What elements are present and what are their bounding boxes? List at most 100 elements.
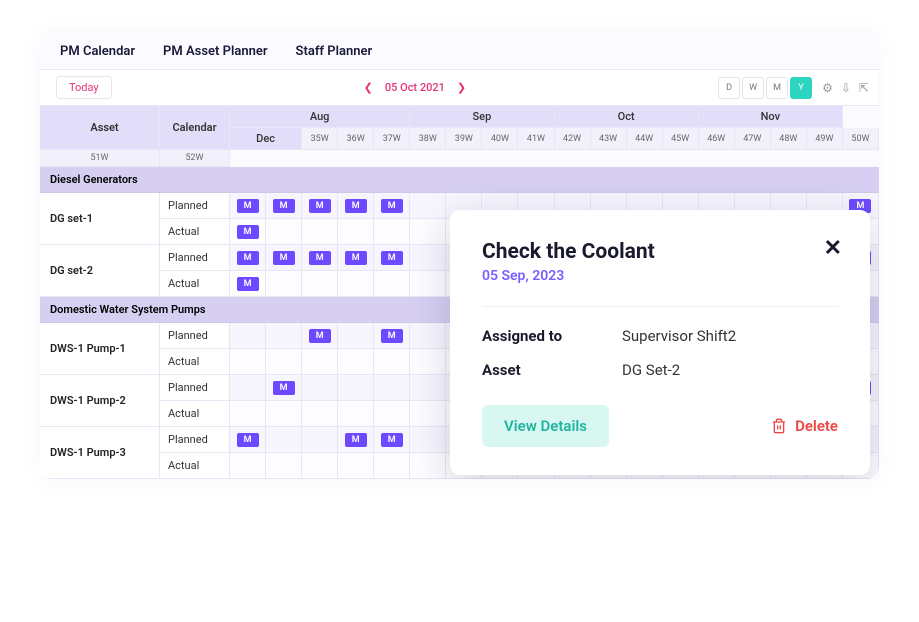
today-button[interactable]: Today	[56, 76, 112, 99]
slot[interactable]	[230, 375, 266, 401]
slot[interactable]: M	[266, 245, 302, 271]
slot[interactable]: M	[266, 193, 302, 219]
slot[interactable]	[266, 323, 302, 349]
slot[interactable]	[266, 401, 302, 427]
slot[interactable]	[266, 427, 302, 453]
slot[interactable]	[338, 271, 374, 297]
prev-arrow-icon[interactable]: ❮	[364, 81, 373, 94]
slot[interactable]	[410, 453, 446, 479]
slot[interactable]: M	[302, 245, 338, 271]
slot[interactable]	[410, 245, 446, 271]
slot[interactable]: M	[230, 219, 266, 245]
slot[interactable]	[410, 401, 446, 427]
view-btn-w[interactable]: W	[742, 77, 764, 99]
slot[interactable]	[230, 453, 266, 479]
current-date[interactable]: 05 Oct 2021	[385, 81, 445, 94]
slot[interactable]	[410, 323, 446, 349]
slot[interactable]: M	[338, 245, 374, 271]
task-chip[interactable]: M	[345, 251, 367, 265]
slot[interactable]	[302, 427, 338, 453]
slot[interactable]: M	[266, 375, 302, 401]
task-chip[interactable]: M	[237, 433, 259, 447]
slot[interactable]	[302, 453, 338, 479]
view-btn-m[interactable]: M	[766, 77, 788, 99]
slot[interactable]: M	[374, 245, 410, 271]
slot[interactable]	[374, 219, 410, 245]
slot[interactable]: M	[230, 427, 266, 453]
slot[interactable]	[230, 323, 266, 349]
slot[interactable]	[374, 375, 410, 401]
slot[interactable]	[266, 271, 302, 297]
task-chip[interactable]: M	[381, 199, 403, 213]
slot[interactable]	[230, 401, 266, 427]
download-icon[interactable]: ⇩	[841, 81, 851, 95]
slot[interactable]	[338, 349, 374, 375]
task-chip[interactable]: M	[381, 251, 403, 265]
task-chip[interactable]: M	[345, 433, 367, 447]
slot[interactable]	[374, 401, 410, 427]
task-chip[interactable]: M	[273, 199, 295, 213]
task-chip[interactable]: M	[273, 381, 295, 395]
gear-icon[interactable]: ⚙	[822, 81, 833, 95]
app-container: PM Calendar PM Asset Planner Staff Plann…	[40, 30, 879, 479]
slot[interactable]: M	[338, 427, 374, 453]
slot[interactable]: M	[302, 193, 338, 219]
slot[interactable]: M	[374, 193, 410, 219]
slot[interactable]	[374, 271, 410, 297]
task-chip[interactable]: M	[309, 199, 331, 213]
slot[interactable]: M	[338, 193, 374, 219]
slot[interactable]	[302, 271, 338, 297]
tab-pm-asset-planner[interactable]: PM Asset Planner	[163, 44, 267, 59]
slot[interactable]	[266, 219, 302, 245]
slot[interactable]	[338, 323, 374, 349]
expand-icon[interactable]: ⇱	[859, 81, 869, 95]
slot[interactable]	[410, 271, 446, 297]
task-chip[interactable]: M	[309, 329, 331, 343]
slot[interactable]: M	[374, 427, 410, 453]
task-chip[interactable]: M	[381, 433, 403, 447]
slot[interactable]	[302, 349, 338, 375]
slot[interactable]: M	[230, 271, 266, 297]
view-btn-d[interactable]: D	[718, 77, 740, 99]
tab-pm-calendar[interactable]: PM Calendar	[60, 44, 135, 59]
view-btn-y[interactable]: Y	[790, 77, 812, 99]
slot[interactable]	[338, 453, 374, 479]
slot[interactable]	[410, 427, 446, 453]
assigned-value: Supervisor Shift2	[622, 327, 736, 345]
close-icon[interactable]: ✕	[824, 236, 842, 261]
task-chip[interactable]: M	[237, 251, 259, 265]
slot[interactable]	[338, 219, 374, 245]
slot[interactable]	[410, 375, 446, 401]
slot[interactable]	[410, 219, 446, 245]
slot[interactable]	[410, 349, 446, 375]
next-arrow-icon[interactable]: ❯	[457, 81, 466, 94]
slot[interactable]: M	[230, 245, 266, 271]
slot[interactable]	[230, 349, 266, 375]
slot[interactable]	[338, 401, 374, 427]
delete-button[interactable]: Delete	[771, 417, 838, 435]
slot[interactable]	[302, 219, 338, 245]
task-chip[interactable]: M	[237, 199, 259, 213]
slot[interactable]	[266, 453, 302, 479]
tab-staff-planner[interactable]: Staff Planner	[296, 44, 373, 59]
task-chip[interactable]: M	[273, 251, 295, 265]
slot[interactable]	[302, 375, 338, 401]
view-details-button[interactable]: View Details	[482, 405, 609, 447]
slot[interactable]	[302, 401, 338, 427]
slot[interactable]	[410, 193, 446, 219]
slot[interactable]	[338, 375, 374, 401]
task-chip[interactable]: M	[309, 251, 331, 265]
slot[interactable]: M	[302, 323, 338, 349]
slot[interactable]	[266, 349, 302, 375]
popup-date: 05 Sep, 2023	[482, 268, 838, 284]
slot[interactable]: M	[230, 193, 266, 219]
task-chip[interactable]: M	[381, 329, 403, 343]
slot[interactable]	[374, 349, 410, 375]
slot[interactable]: M	[374, 323, 410, 349]
popup-row-assigned: Assigned to Supervisor Shift2	[482, 327, 838, 345]
task-chip[interactable]: M	[345, 199, 367, 213]
slot[interactable]	[374, 453, 410, 479]
task-chip[interactable]: M	[237, 225, 259, 239]
task-chip[interactable]: M	[237, 277, 259, 291]
date-nav: ❮ 05 Oct 2021 ❯	[364, 81, 466, 94]
